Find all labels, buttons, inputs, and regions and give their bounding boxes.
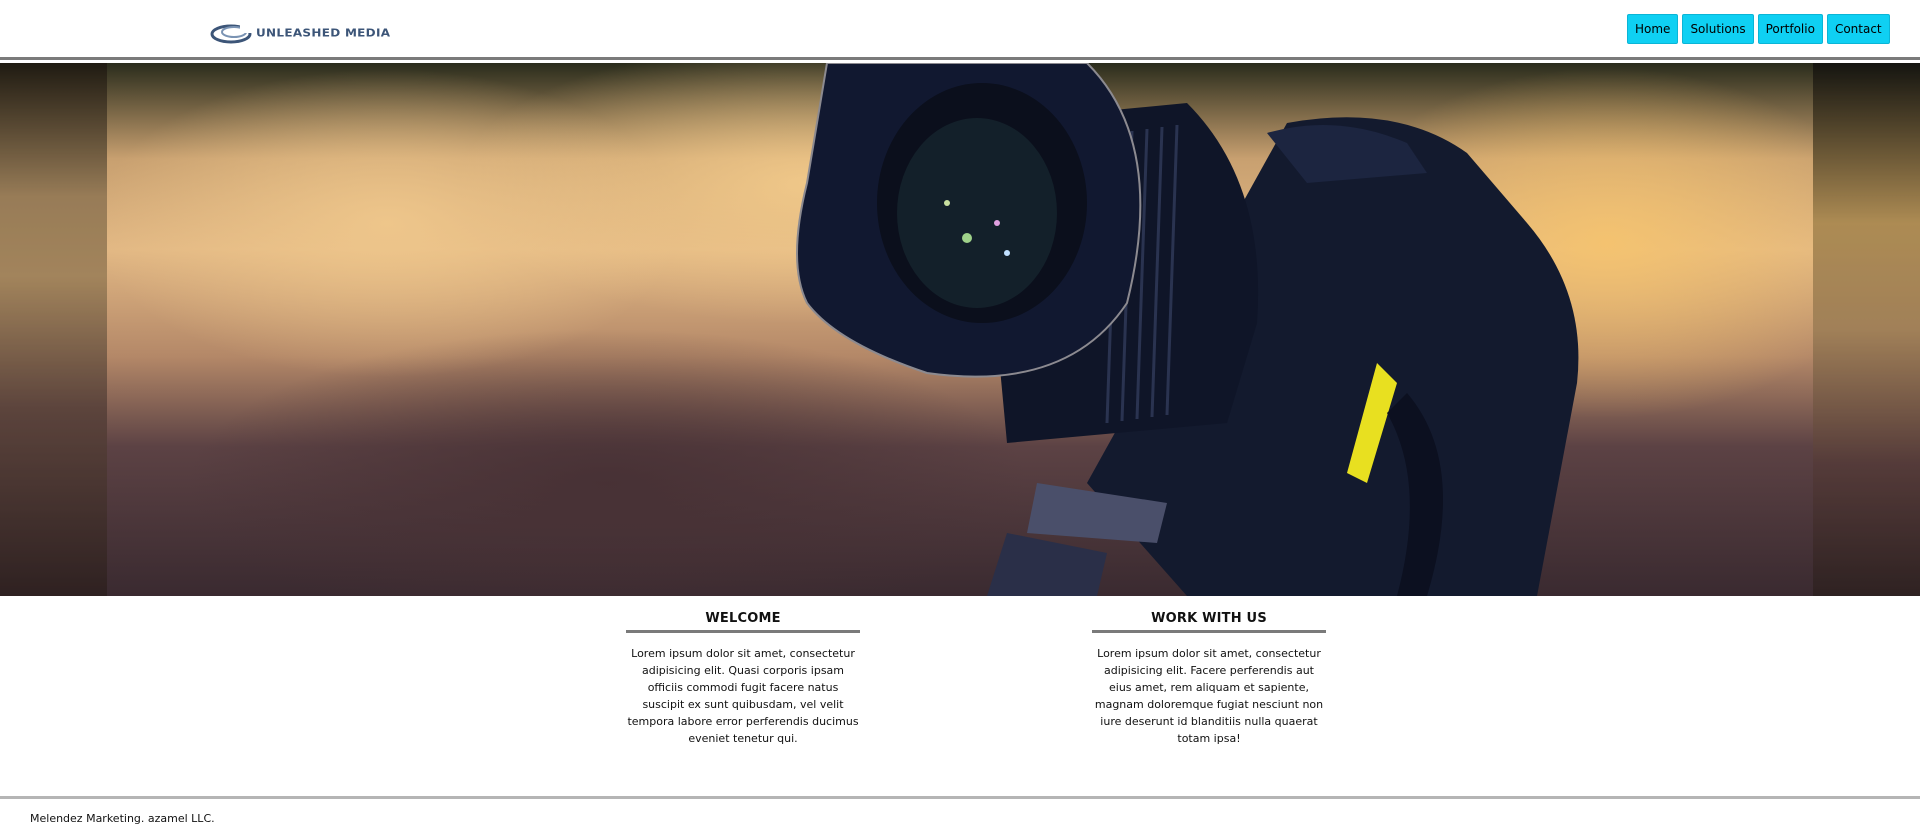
hero-side-left xyxy=(0,63,107,596)
welcome-divider xyxy=(626,630,860,633)
nav-portfolio-button[interactable]: Portfolio xyxy=(1757,14,1823,44)
work-with-us-section: WORK WITH US Lorem ipsum dolor sit amet,… xyxy=(1092,610,1326,747)
welcome-section: WELCOME Lorem ipsum dolor sit amet, cons… xyxy=(626,610,860,747)
welcome-title: WELCOME xyxy=(705,611,781,626)
site-footer: Melendez Marketing. azamel LLC. xyxy=(0,796,1920,840)
work-with-us-title: WORK WITH US xyxy=(1151,611,1267,626)
camera-image xyxy=(796,63,1579,596)
welcome-body: Lorem ipsum dolor sit amet, consectetur … xyxy=(627,647,859,745)
logo-text: UNLEASHED MEDIA xyxy=(256,26,391,40)
hero-image xyxy=(107,63,1813,596)
swoosh-logo-icon xyxy=(210,23,252,44)
nav-home-button[interactable]: Home xyxy=(1627,14,1679,44)
site-header: UNLEASHED MEDIA Home Solutions Portfolio… xyxy=(0,0,1920,60)
nav-solutions-button[interactable]: Solutions xyxy=(1682,14,1754,44)
hero-side-right xyxy=(1813,63,1920,596)
main-nav: Home Solutions Portfolio Contact xyxy=(1627,14,1890,44)
work-with-us-divider xyxy=(1092,630,1326,633)
site-logo[interactable]: UNLEASHED MEDIA xyxy=(210,20,390,46)
footer-text: Melendez Marketing. azamel LLC. xyxy=(30,812,215,825)
hero-banner xyxy=(0,63,1920,596)
nav-contact-button[interactable]: Contact xyxy=(1826,14,1890,44)
work-with-us-body: Lorem ipsum dolor sit amet, consectetur … xyxy=(1094,647,1324,745)
